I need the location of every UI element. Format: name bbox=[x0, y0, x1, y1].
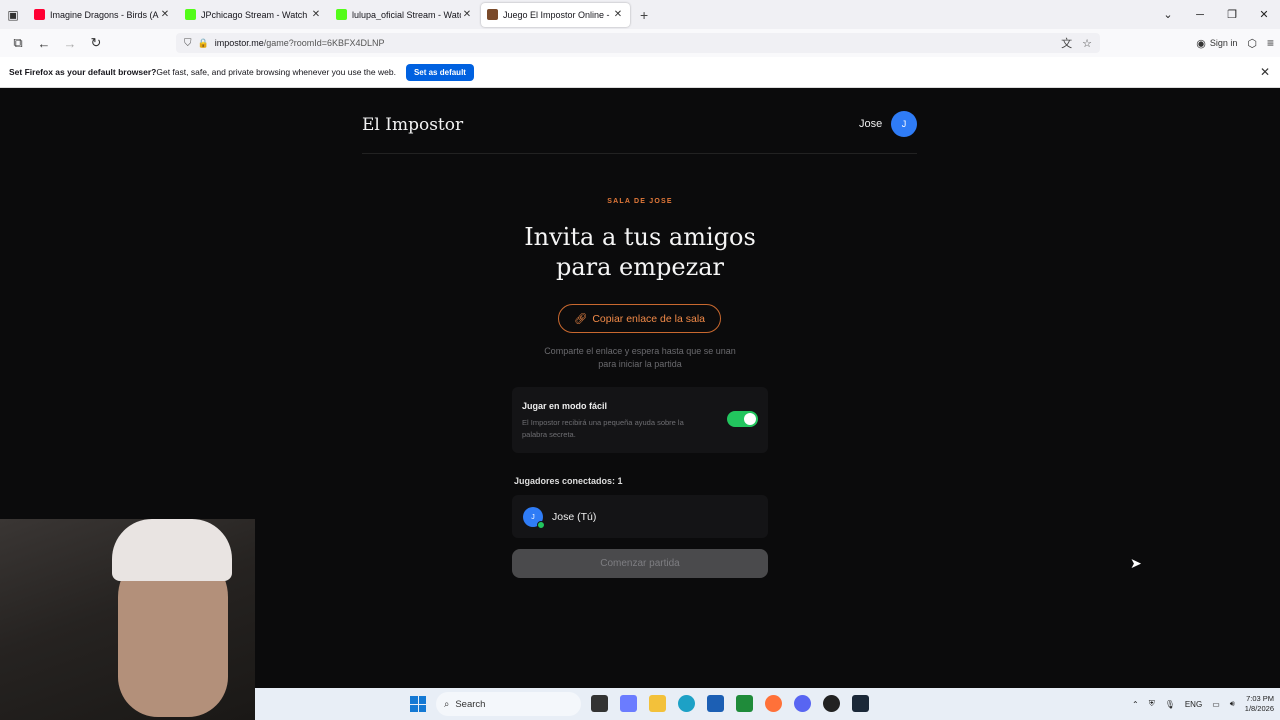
folder-icon[interactable] bbox=[649, 695, 666, 712]
search-icon: ⌕ bbox=[444, 698, 450, 710]
notification-text: Get fast, safe, and private browsing whe… bbox=[156, 67, 396, 77]
brand-logo[interactable]: El Impostor bbox=[362, 115, 463, 135]
mouse-cursor-icon: ➤ bbox=[1130, 555, 1142, 571]
volume-icon[interactable]: 🔊︎ bbox=[1230, 699, 1235, 709]
nav-right-tools: ◉ Sign in ⬡ ≡ bbox=[1196, 29, 1274, 57]
sidebar-icon[interactable]: ⧉ bbox=[6, 31, 30, 55]
lock-icon[interactable]: 🔒 bbox=[198, 38, 209, 49]
xbox-icon[interactable] bbox=[736, 695, 753, 712]
webcam-overlay bbox=[0, 519, 255, 720]
discord-icon[interactable] bbox=[794, 695, 811, 712]
microphone-icon[interactable]: 🎙︎ bbox=[1165, 700, 1175, 709]
security-icon[interactable]: ⛨ bbox=[1149, 699, 1155, 709]
kick-icon bbox=[336, 9, 347, 20]
tab-title: Juego El Impostor Online - Jug bbox=[503, 9, 612, 20]
streamer-cap bbox=[112, 519, 232, 581]
tab-1[interactable]: JPchicago Stream - Watch Live o ✕ bbox=[179, 3, 328, 27]
online-status-dot bbox=[537, 521, 545, 529]
url-host: impostor.me bbox=[214, 38, 264, 48]
url-bar[interactable]: ⛉ 🔒 impostor.me/game?roomId=6KBFX4DLNP 文… bbox=[176, 33, 1100, 53]
clock-time: 7:03 PM bbox=[1246, 694, 1274, 703]
maximize-icon[interactable]: ❐ bbox=[1216, 8, 1248, 21]
store-icon[interactable] bbox=[707, 695, 724, 712]
copy-button-label: Copiar enlace de la sala bbox=[592, 312, 705, 325]
user-name: Jose bbox=[859, 118, 883, 130]
tab-title: Imagine Dragons - Birds (Anima bbox=[50, 9, 159, 20]
back-icon[interactable]: ← bbox=[32, 31, 56, 55]
tab-overflow-icon[interactable]: ⌄ bbox=[1152, 8, 1184, 21]
easy-mode-title: Jugar en modo fácil bbox=[522, 401, 608, 411]
player-name: Jose (Tú) bbox=[552, 511, 597, 523]
tab-title: lulupa_oficial Stream - Watch Li bbox=[352, 9, 461, 20]
room-label: SALA DE JOSE bbox=[607, 198, 673, 205]
tab-list-icon[interactable]: ▣ bbox=[0, 0, 26, 29]
chevron-up-icon[interactable]: ⌃ bbox=[1132, 700, 1139, 709]
tab-title: JPchicago Stream - Watch Live o bbox=[201, 9, 310, 20]
tab-2[interactable]: lulupa_oficial Stream - Watch Li ✕ bbox=[330, 3, 479, 27]
easy-mode-toggle[interactable] bbox=[727, 411, 758, 427]
taskbar: ⌕ Search ⌃ ⛨ 🎙︎ ENG ▭ 🔊︎ 7:03 PM 1/8/202… bbox=[255, 688, 1280, 720]
default-browser-notification: Set Firefox as your default browser? Get… bbox=[0, 57, 1280, 88]
edge-icon[interactable] bbox=[678, 695, 695, 712]
shield-icon[interactable]: ⛉ bbox=[184, 38, 192, 49]
start-windows-icon[interactable] bbox=[410, 696, 426, 712]
forward-icon[interactable]: → bbox=[58, 31, 82, 55]
close-tab-icon[interactable]: ✕ bbox=[612, 9, 624, 20]
copilot-icon[interactable] bbox=[620, 695, 637, 712]
reload-icon[interactable]: ↻ bbox=[84, 31, 108, 55]
search-placeholder: Search bbox=[455, 698, 486, 710]
translate-icon[interactable]: 文 bbox=[1061, 35, 1072, 51]
page-title: Invita a tus amigos para empezar bbox=[440, 222, 840, 282]
extensions-icon[interactable]: ⬡ bbox=[1247, 37, 1257, 50]
youtube-icon bbox=[34, 9, 45, 20]
tab-3[interactable]: Juego El Impostor Online - Jug ✕ bbox=[481, 2, 630, 27]
easy-mode-description: El Impostor recibirá una pequeña ayuda s… bbox=[522, 418, 684, 439]
system-tray: ⌃ ⛨ 🎙︎ ENG ▭ 🔊︎ 7:03 PM 1/8/2026 bbox=[1132, 688, 1274, 720]
tab-bar: ▣ Imagine Dragons - Birds (Anima ✕ JPchi… bbox=[0, 0, 1280, 29]
easy-mode-card: Jugar en modo fácil El Impostor recibirá… bbox=[512, 387, 768, 453]
link-icon: 🔗︎ bbox=[574, 313, 588, 325]
header-divider bbox=[362, 153, 917, 154]
close-notification-icon[interactable]: ✕ bbox=[1260, 65, 1270, 79]
menu-icon[interactable]: ≡ bbox=[1267, 36, 1274, 50]
set-default-button[interactable]: Set as default bbox=[405, 63, 474, 81]
firefox-icon[interactable] bbox=[765, 695, 782, 712]
impostor-favicon bbox=[487, 9, 498, 20]
kick-icon bbox=[185, 9, 196, 20]
network-icon[interactable]: ▭ bbox=[1212, 700, 1220, 709]
sign-in-button[interactable]: ◉ Sign in bbox=[1196, 37, 1237, 50]
close-tab-icon[interactable]: ✕ bbox=[461, 9, 473, 20]
clock-date: 1/8/2026 bbox=[1244, 704, 1274, 713]
title-line-2: para empezar bbox=[555, 253, 725, 281]
notification-bold-text: Set Firefox as your default browser? bbox=[9, 67, 157, 77]
sign-in-label: Sign in bbox=[1209, 38, 1238, 48]
user-avatar[interactable]: J bbox=[891, 111, 917, 137]
steam-icon[interactable] bbox=[852, 695, 869, 712]
close-window-icon[interactable]: ✕ bbox=[1248, 8, 1280, 21]
clock[interactable]: 7:03 PM 1/8/2026 bbox=[1245, 694, 1274, 714]
title-line-1: Invita a tus amigos bbox=[524, 223, 756, 251]
minimize-icon[interactable]: ─ bbox=[1184, 9, 1216, 21]
copy-room-link-button[interactable]: 🔗︎ Copiar enlace de la sala bbox=[558, 304, 721, 333]
toggle-knob bbox=[744, 413, 756, 425]
taskbar-search[interactable]: ⌕ Search bbox=[436, 692, 581, 716]
url-path: /game?roomId=6KBFX4DLNP bbox=[263, 38, 385, 48]
start-game-button[interactable]: Comenzar partida bbox=[512, 549, 768, 578]
new-tab-icon[interactable]: + bbox=[640, 7, 648, 23]
window-controls: ⌄ ─ ❐ ✕ bbox=[1152, 0, 1280, 29]
account-icon: ◉ bbox=[1196, 37, 1206, 50]
share-instructions: Comparte el enlace y espera hasta que se… bbox=[544, 346, 736, 369]
obs-icon[interactable] bbox=[823, 695, 840, 712]
close-tab-icon[interactable]: ✕ bbox=[310, 9, 322, 20]
language-indicator[interactable]: ENG bbox=[1185, 700, 1202, 709]
bookmark-star-icon[interactable]: ☆ bbox=[1082, 37, 1092, 50]
tab-0[interactable]: Imagine Dragons - Birds (Anima ✕ bbox=[28, 3, 177, 27]
file-explorer-icon[interactable] bbox=[591, 695, 608, 712]
close-tab-icon[interactable]: ✕ bbox=[159, 9, 171, 20]
players-count: Jugadores conectados: 1 bbox=[514, 476, 623, 486]
player-list-item: J Jose (Tú) bbox=[512, 495, 768, 538]
